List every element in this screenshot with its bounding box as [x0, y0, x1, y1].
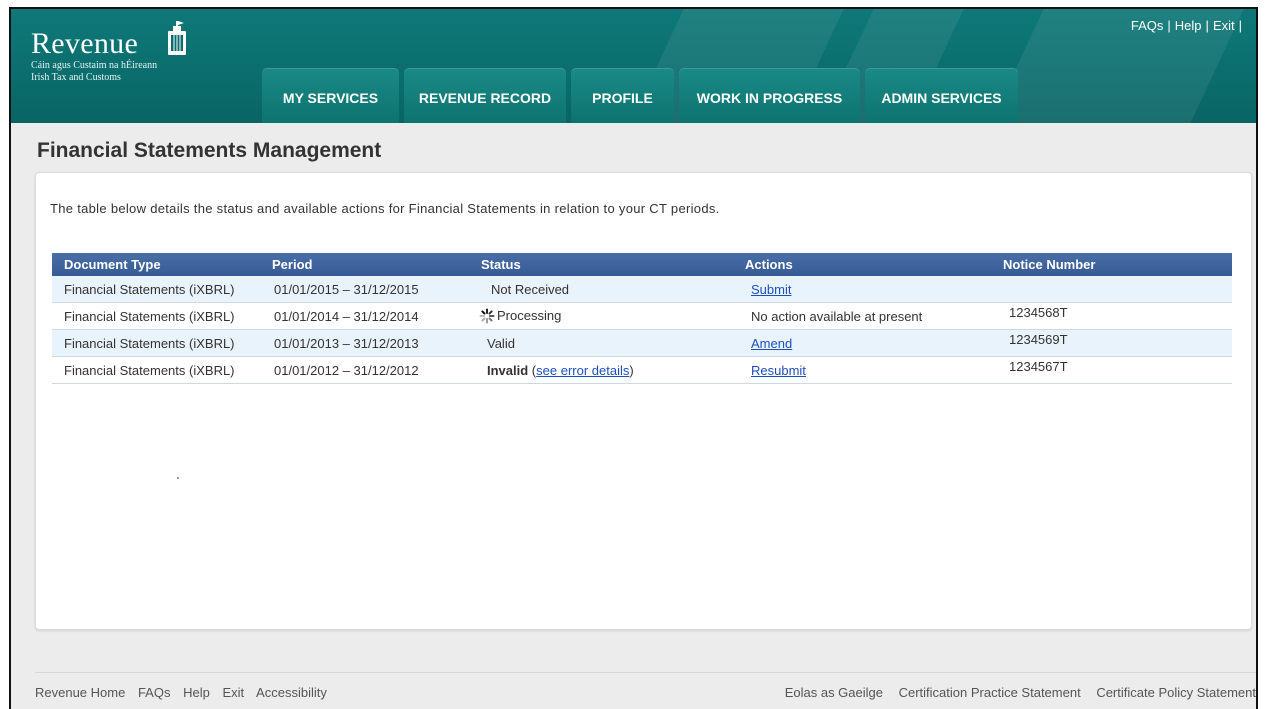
header-period: Period	[260, 253, 469, 276]
faqs-link[interactable]: FAQs	[1131, 18, 1164, 33]
cell-period: 01/01/2013 – 31/12/2013	[260, 329, 469, 357]
cell-period: 01/01/2014 – 31/12/2014	[260, 302, 469, 330]
tab-my-services[interactable]: MY SERVICES	[262, 68, 399, 123]
table-row: Financial Statements (iXBRL) 01/01/2015 …	[52, 276, 1232, 303]
revenue-logo[interactable]: Revenue Cáin agus Custaim na hÉireann Ir…	[31, 21, 186, 83]
table-row: Financial Statements (iXBRL) 01/01/2012 …	[52, 356, 1232, 384]
cell-notice-number: 1234569T	[1009, 331, 1068, 347]
resubmit-link[interactable]: Resubmit	[751, 363, 806, 378]
footer-certificate-policy-link[interactable]: Certificate Policy Statement	[1096, 685, 1256, 700]
stray-dot	[177, 477, 179, 479]
cell-status: Processing	[469, 302, 733, 330]
footer-certification-practice-link[interactable]: Certification Practice Statement	[899, 685, 1081, 700]
site-footer: Revenue Home FAQs Help Exit Accessibilit…	[35, 672, 1256, 709]
tab-profile[interactable]: PROFILE	[571, 68, 674, 123]
cell-notice-number: 1234567T	[1009, 358, 1068, 374]
footer-exit-link[interactable]: Exit	[222, 685, 244, 700]
amend-link[interactable]: Amend	[751, 336, 792, 351]
cell-action-text: No action available at present	[733, 302, 991, 330]
footer-eolas-as-gaeilge-link[interactable]: Eolas as Gaeilge	[785, 685, 883, 700]
footer-links-right: Eolas as Gaeilge Certification Practice …	[773, 685, 1256, 700]
cell-document-type: Financial Statements (iXBRL)	[52, 276, 260, 303]
header-status: Status	[469, 253, 733, 276]
intro-text: The table below details the status and a…	[50, 201, 720, 216]
logo-tagline-english: Irish Tax and Customs	[31, 72, 121, 83]
footer-faqs-link[interactable]: FAQs	[138, 685, 171, 700]
header-notice-number: Notice Number	[991, 253, 1232, 276]
submit-link[interactable]: Submit	[751, 282, 791, 297]
cell-notice-number: 1234568T	[1009, 304, 1068, 320]
browser-frame: Revenue Cáin agus Custaim na hÉireann Ir…	[9, 7, 1258, 709]
table-header-row: Document Type Period Status Actions Noti…	[52, 253, 1232, 276]
status-invalid-label: Invalid	[487, 362, 529, 378]
cell-document-type: Financial Statements (iXBRL)	[52, 356, 260, 384]
table-row: Financial Statements (iXBRL) 01/01/2014 …	[52, 302, 1232, 330]
cell-status: Not Received	[469, 276, 733, 303]
financial-statements-table: Document Type Period Status Actions Noti…	[52, 253, 1232, 384]
cell-period: 01/01/2012 – 31/12/2012	[260, 356, 469, 384]
cell-document-type: Financial Statements (iXBRL)	[52, 302, 260, 330]
footer-links-left: Revenue Home FAQs Help Exit Accessibilit…	[35, 685, 336, 700]
logo-tagline-irish: Cáin agus Custaim na hÉireann	[31, 60, 158, 71]
utility-links: FAQs | Help | Exit |	[1130, 18, 1242, 33]
logo-wordmark: Revenue	[31, 27, 139, 60]
content-panel: The table below details the status and a…	[35, 172, 1252, 630]
status-text: Processing	[497, 307, 562, 323]
footer-revenue-home-link[interactable]: Revenue Home	[35, 685, 125, 700]
cell-document-type: Financial Statements (iXBRL)	[52, 329, 260, 357]
see-error-details-link[interactable]: see error details	[536, 363, 629, 378]
harp-icon	[168, 21, 186, 55]
site-header: Revenue Cáin agus Custaim na hÉireann Ir…	[11, 9, 1256, 123]
cell-status: Valid	[469, 329, 733, 357]
cell-period: 01/01/2015 – 31/12/2015	[260, 276, 469, 303]
tab-admin-services[interactable]: ADMIN SERVICES	[865, 68, 1018, 123]
page-title: Financial Statements Management	[37, 139, 382, 162]
footer-accessibility-link[interactable]: Accessibility	[256, 685, 327, 700]
help-link[interactable]: Help	[1175, 18, 1202, 33]
table-row: Financial Statements (iXBRL) 01/01/2013 …	[52, 329, 1232, 357]
tab-work-in-progress[interactable]: WORK IN PROGRESS	[679, 68, 860, 123]
header-actions: Actions	[733, 253, 991, 276]
footer-help-link[interactable]: Help	[183, 685, 210, 700]
tab-revenue-record[interactable]: REVENUE RECORD	[404, 68, 566, 123]
cell-status: Invalid (see error details)	[469, 356, 733, 384]
spinner-icon	[479, 308, 495, 324]
header-document-type: Document Type	[52, 253, 260, 276]
exit-link[interactable]: Exit	[1213, 18, 1235, 33]
main-nav-tabs: MY SERVICES REVENUE RECORD PROFILE WORK …	[262, 68, 1018, 123]
